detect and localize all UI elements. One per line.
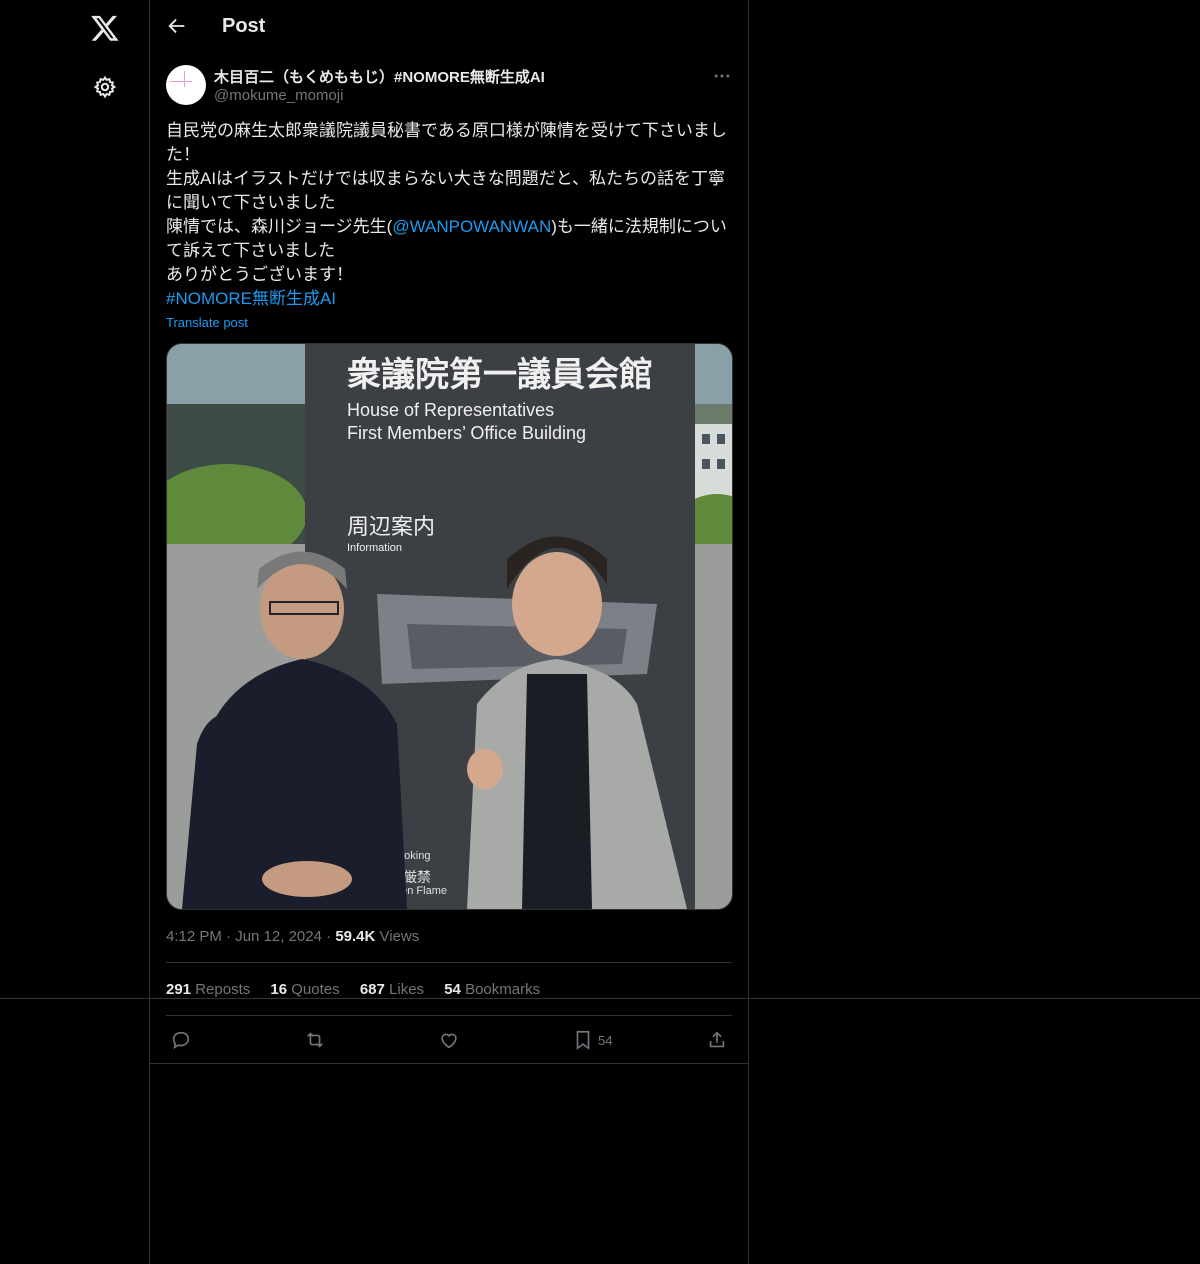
views-label: Views bbox=[379, 928, 420, 945]
post-text-segment: 陳情では、森川ジョージ先生( bbox=[166, 217, 393, 236]
likes-stat[interactable]: 687 Likes bbox=[360, 981, 424, 998]
main-column: Post 木目百二（もくめももじ）#NOMORE無断生成AI @mokume_m… bbox=[150, 0, 749, 1264]
translate-post-link[interactable]: Translate post bbox=[166, 315, 248, 330]
divider bbox=[166, 1015, 732, 1016]
x-logo-icon[interactable] bbox=[90, 13, 120, 43]
sign-title-en-1: House of Representatives bbox=[347, 400, 554, 420]
gear-icon[interactable] bbox=[93, 75, 117, 99]
like-button[interactable] bbox=[438, 1028, 460, 1052]
post-line: 生成AIはイラストだけでは収まらない大きな問題だと、私たちの話を丁寧に聞いて下さ… bbox=[166, 169, 726, 212]
sign-info-en: Information bbox=[347, 542, 402, 554]
separator-dot: · bbox=[226, 928, 236, 945]
share-button[interactable] bbox=[706, 1028, 728, 1052]
page-title: Post bbox=[222, 15, 266, 37]
reply-button[interactable] bbox=[170, 1028, 192, 1052]
quotes-stat[interactable]: 16 Quotes bbox=[270, 981, 339, 998]
mention-link[interactable]: @WANPOWANWAN bbox=[392, 217, 551, 236]
avatar[interactable] bbox=[166, 65, 206, 105]
sign-title-jp: 衆議院第一議員会館 bbox=[347, 355, 653, 395]
back-arrow-icon[interactable] bbox=[166, 15, 188, 37]
engagement-stats: 291 Reposts 16 Quotes 687 Likes 54 Bookm… bbox=[166, 981, 556, 998]
reply-icon bbox=[172, 1031, 190, 1050]
author-display-name[interactable]: 木目百二（もくめももじ）#NOMORE無断生成AI bbox=[214, 66, 545, 87]
bookmarks-stat[interactable]: 54 Bookmarks bbox=[444, 981, 540, 998]
bookmarks-label: Bookmarks bbox=[465, 981, 541, 998]
photo-illustration: 衆議院第一議員会館 House of Representatives First… bbox=[167, 344, 732, 909]
reposts-label: Reposts bbox=[195, 981, 251, 998]
left-nav bbox=[0, 0, 150, 1264]
like-icon bbox=[441, 1033, 457, 1049]
likes-count: 687 bbox=[359, 981, 385, 998]
bookmark-count: 54 bbox=[598, 1032, 613, 1048]
views-count: 59.4K bbox=[335, 928, 376, 945]
bookmark-icon bbox=[576, 1030, 590, 1050]
sign-info-jp: 周辺案内 bbox=[347, 515, 435, 540]
share-icon bbox=[709, 1031, 725, 1048]
author-handle[interactable]: @mokume_momoji bbox=[214, 87, 343, 104]
divider bbox=[150, 1063, 748, 1064]
hashtag-link[interactable]: #NOMORE無断生成AI bbox=[166, 287, 732, 311]
bookmarks-count: 54 bbox=[444, 981, 461, 998]
post-time[interactable]: 4:12 PM bbox=[166, 928, 222, 945]
quotes-label: Quotes bbox=[291, 981, 340, 998]
post-line: ありがとうございます！ bbox=[166, 265, 353, 284]
bookmark-button[interactable]: 54 bbox=[572, 1028, 612, 1052]
separator-dot: · bbox=[326, 928, 336, 945]
post-line: 陳情では、森川ジョージ先生(@WANPOWANWAN)も一緒に法規制について訴え… bbox=[166, 215, 732, 263]
sign-title-en-2: First Members’ Office Building bbox=[347, 423, 586, 443]
divider bbox=[166, 962, 732, 963]
more-icon[interactable] bbox=[712, 66, 732, 86]
post-photo[interactable]: 衆議院第一議員会館 House of Representatives First… bbox=[166, 343, 733, 910]
likes-label: Likes bbox=[389, 981, 425, 998]
post-text: 自民党の麻生太郎衆議院議員秘書である原口様が陳情を受けて下さいました！ 生成AI… bbox=[166, 119, 732, 311]
post-header: Post bbox=[150, 0, 748, 53]
post-line: 自民党の麻生太郎衆議院議員秘書である原口様が陳情を受けて下さいました！ bbox=[166, 121, 727, 164]
repost-button[interactable] bbox=[304, 1028, 326, 1052]
reposts-stat[interactable]: 291 Reposts bbox=[166, 981, 250, 998]
repost-icon bbox=[307, 1032, 323, 1048]
post-date[interactable]: Jun 12, 2024 bbox=[235, 928, 322, 945]
post-meta: 4:12 PM · Jun 12, 2024 · 59.4K Views bbox=[166, 928, 419, 945]
overlay-divider bbox=[0, 998, 1200, 999]
action-bar: 54 bbox=[166, 1025, 732, 1055]
quotes-count: 16 bbox=[270, 981, 288, 998]
reposts-count: 291 bbox=[166, 981, 192, 998]
